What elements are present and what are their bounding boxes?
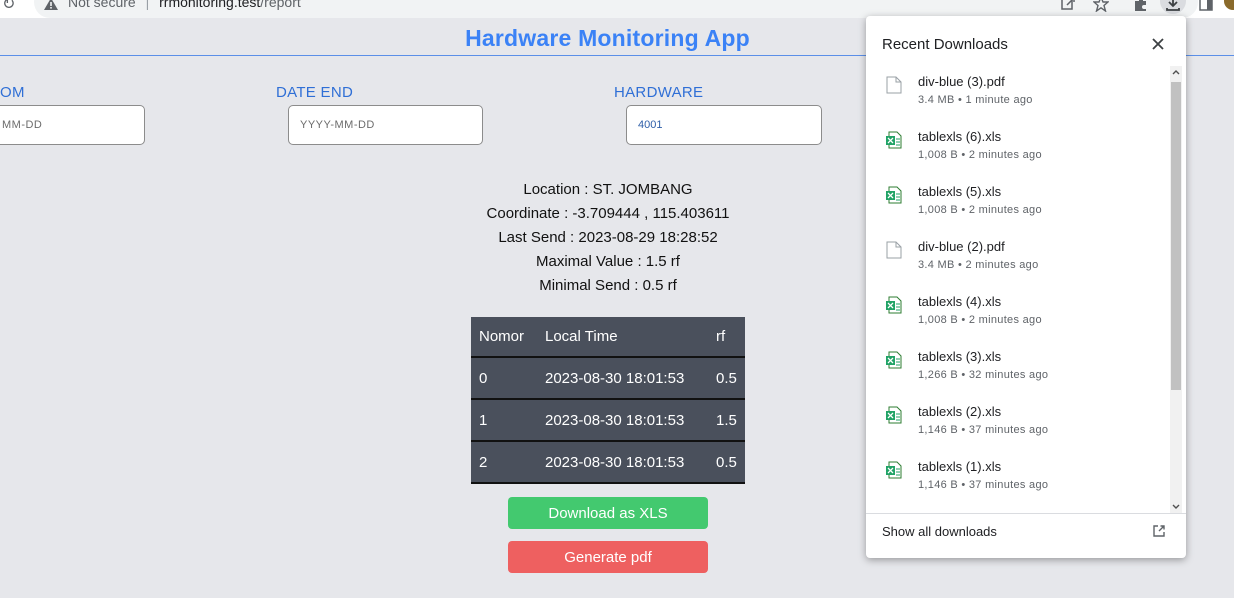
page-title: Hardware Monitoring App	[465, 25, 750, 51]
download-meta: 1,008 B • 2 minutes ago	[918, 149, 1042, 161]
excel-file-icon	[886, 296, 902, 314]
download-item[interactable]: tablexls (2).xls 1,146 B • 37 minutes ag…	[866, 396, 1170, 451]
download-icon	[1166, 0, 1180, 11]
url-host: rrmonitoring.test	[159, 0, 261, 10]
table-cell-rf: 0.5	[708, 441, 745, 484]
table-cell-nomor: 0	[471, 357, 537, 400]
column-header-local-time: Local Time	[537, 317, 708, 358]
download-item[interactable]: div-blue (2).pdf 3.4 MB • 2 minutes ago	[866, 231, 1170, 286]
date-from-input[interactable]	[0, 105, 145, 145]
download-meta: 1,008 B • 2 minutes ago	[918, 314, 1042, 326]
excel-file-icon	[886, 186, 902, 204]
pdf-file-icon	[886, 241, 902, 259]
excel-file-icon	[886, 461, 902, 479]
pdf-file-icon	[886, 76, 902, 94]
download-xls-button[interactable]: Download as XLS	[508, 497, 708, 529]
side-panel-icon[interactable]	[1198, 0, 1214, 12]
date-end-label: DATE END	[276, 84, 354, 101]
download-filename: div-blue (3).pdf	[918, 74, 1005, 89]
table-row: 2 2023-08-30 18:01:53 0.5	[471, 441, 745, 484]
table-row: 1 2023-08-30 18:01:53 1.5	[471, 399, 745, 442]
excel-file-icon	[886, 406, 902, 424]
table-cell-rf: 0.5	[708, 357, 745, 400]
date-end-input[interactable]	[288, 105, 483, 145]
download-meta: 3.4 MB • 1 minute ago	[918, 94, 1033, 106]
minimal-send-text: Minimal Send : 0.5 rf	[539, 277, 677, 294]
warning-icon[interactable]	[44, 0, 58, 10]
device-info: Location : ST. JOMBANG Coordinate : -3.7…	[438, 178, 778, 298]
download-filename: tablexls (4).xls	[918, 294, 1002, 309]
table-cell-local-time: 2023-08-30 18:01:53	[537, 399, 708, 442]
table-cell-rf: 1.5	[708, 399, 745, 442]
close-icon[interactable]	[1150, 36, 1166, 52]
download-item[interactable]: tablexls (1).xls 1,146 B • 37 minutes ag…	[866, 451, 1170, 506]
url-text[interactable]: Not secure | rrmonitoring.test/report	[68, 0, 301, 10]
table-cell-nomor: 2	[471, 441, 537, 484]
date-from-label: OM	[0, 84, 25, 101]
download-meta: 1,008 B • 2 minutes ago	[918, 204, 1042, 216]
download-filename: div-blue (2).pdf	[918, 239, 1005, 254]
star-icon[interactable]	[1093, 0, 1109, 12]
download-item[interactable]: tablexls (4).xls 1,008 B • 2 minutes ago	[866, 286, 1170, 341]
download-item[interactable]: tablexls (3).xls 1,266 B • 32 minutes ag…	[866, 341, 1170, 396]
download-filename: tablexls (6).xls	[918, 129, 1002, 144]
download-meta: 1,266 B • 32 minutes ago	[918, 369, 1049, 381]
downloads-panel: Recent Downloads div-blue (3).pdf 3.4 MB…	[866, 16, 1186, 558]
reload-icon[interactable]: ↻	[2, 0, 15, 13]
download-item[interactable]: tablexls (6).xls 1,008 B • 2 minutes ago	[866, 121, 1170, 176]
maximal-value-text: Maximal Value : 1.5 rf	[536, 253, 680, 270]
last-send-text: Last Send : 2023-08-29 18:28:52	[498, 229, 718, 246]
downloads-title: Recent Downloads	[882, 36, 1008, 53]
download-filename: tablexls (2).xls	[918, 404, 1002, 419]
excel-file-icon	[886, 131, 902, 149]
table-cell-nomor: 1	[471, 399, 537, 442]
table-row: 0 2023-08-30 18:01:53 0.5	[471, 357, 745, 400]
hardware-label: HARDWARE	[614, 84, 704, 101]
download-filename: tablexls (1).xls	[918, 459, 1002, 474]
excel-file-icon	[886, 351, 902, 369]
scrollbar-thumb[interactable]	[1171, 82, 1181, 390]
coordinate-text: Coordinate : -3.709444 , 115.403611	[486, 205, 730, 222]
show-all-downloads-link[interactable]: Show all downloads	[882, 524, 997, 539]
column-header-nomor: Nomor	[471, 317, 537, 358]
scroll-down-icon[interactable]	[1170, 501, 1182, 513]
share-icon[interactable]	[1060, 0, 1076, 12]
downloads-divider	[866, 513, 1186, 514]
download-item[interactable]: div-blue (3).pdf 3.4 MB • 1 minute ago	[866, 66, 1170, 121]
column-header-rf: rf	[708, 317, 745, 358]
download-meta: 1,146 B • 37 minutes ago	[918, 479, 1049, 491]
data-table: Nomor Local Time rf 0 2023-08-30 18:01:5…	[471, 317, 745, 484]
location-text: Location : ST. JOMBANG	[523, 181, 693, 198]
open-external-icon[interactable]	[1152, 524, 1166, 538]
download-filename: tablexls (3).xls	[918, 349, 1002, 364]
url-path: /report	[260, 0, 301, 10]
download-filename: tablexls (5).xls	[918, 184, 1002, 199]
downloads-list: div-blue (3).pdf 3.4 MB • 1 minute ago t…	[866, 66, 1170, 514]
table-cell-local-time: 2023-08-30 18:01:53	[537, 357, 708, 400]
url-separator: |	[145, 0, 150, 10]
table-cell-local-time: 2023-08-30 18:01:53	[537, 441, 708, 484]
extensions-icon[interactable]	[1132, 0, 1148, 12]
download-meta: 1,146 B • 37 minutes ago	[918, 424, 1049, 436]
hardware-input[interactable]	[626, 105, 822, 145]
download-item[interactable]: tablexls (5).xls 1,008 B • 2 minutes ago	[866, 176, 1170, 231]
security-label: Not secure	[68, 0, 136, 10]
generate-pdf-button[interactable]: Generate pdf	[508, 541, 708, 573]
download-meta: 3.4 MB • 2 minutes ago	[918, 259, 1039, 271]
avatar[interactable]	[1224, 0, 1234, 10]
table-header-row: Nomor Local Time rf	[471, 317, 745, 358]
scroll-up-icon[interactable]	[1170, 66, 1182, 78]
